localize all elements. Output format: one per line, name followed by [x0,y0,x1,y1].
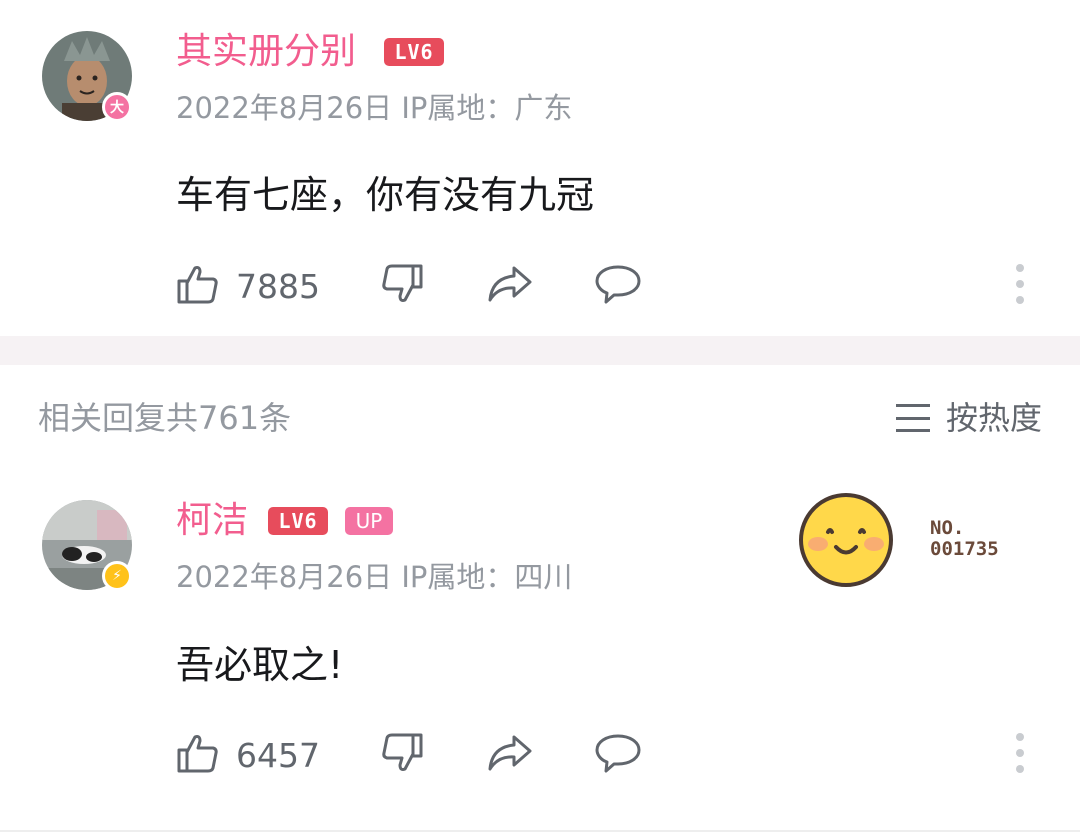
like-count: 7885 [236,266,320,306]
comment-meta: 2022年8月26日 IP属地：四川 [176,559,572,595]
sort-label: 按热度 [945,399,1042,437]
comment-icon [594,262,642,310]
sticker-number: NO. 001735 [930,518,999,560]
thumbs-down-icon [380,262,424,310]
replies-count-title: 相关回复共761条 [38,399,292,437]
section-divider [0,336,1080,365]
dislike-button[interactable] [380,262,424,310]
bottom-divider [0,830,1080,832]
ip-label: IP属地： [401,560,515,594]
smiley-sticker-icon [798,492,894,588]
thumbs-down-icon [380,731,424,779]
ip-location: 四川 [514,560,573,594]
menu-lines-icon [895,404,930,432]
reply-button[interactable] [594,262,642,310]
comment-content: 吾必取之! [176,643,344,687]
dislike-button[interactable] [380,731,424,779]
lightning-badge-icon: ⚡ [102,561,132,591]
comment-date: 2022年8月26日 [176,91,393,125]
comment-icon [594,731,642,779]
share-icon [486,262,534,310]
more-vertical-icon[interactable] [1015,733,1025,773]
level-badge: LV6 [384,38,444,66]
sticker-number-value: 001735 [930,538,999,560]
thumbs-up-icon [176,262,220,310]
thumbs-up-icon [176,731,220,779]
up-tag: UP [345,507,393,535]
share-button[interactable] [486,262,534,310]
ip-location: 广东 [514,91,573,125]
reply-button[interactable] [594,731,642,779]
level-badge: LV6 [268,507,328,535]
comment-meta: 2022年8月26日 IP属地：广东 [176,90,572,126]
ip-label: IP属地： [401,91,515,125]
like-button[interactable]: 6457 [176,731,320,779]
username[interactable]: 柯洁 [176,501,248,541]
more-vertical-icon[interactable] [1015,264,1025,304]
verified-badge: 大 [102,92,132,122]
like-button[interactable]: 7885 [176,262,320,310]
sticker-number-prefix: NO. [930,517,965,539]
share-icon [486,731,534,779]
like-count: 6457 [236,735,320,775]
sort-button[interactable]: 按热度 [895,398,1042,438]
share-button[interactable] [486,731,534,779]
comment-content: 车有七座，你有没有九冠 [176,173,595,217]
username[interactable]: 其实册分别 [176,32,356,72]
comment-date: 2022年8月26日 [176,560,393,594]
